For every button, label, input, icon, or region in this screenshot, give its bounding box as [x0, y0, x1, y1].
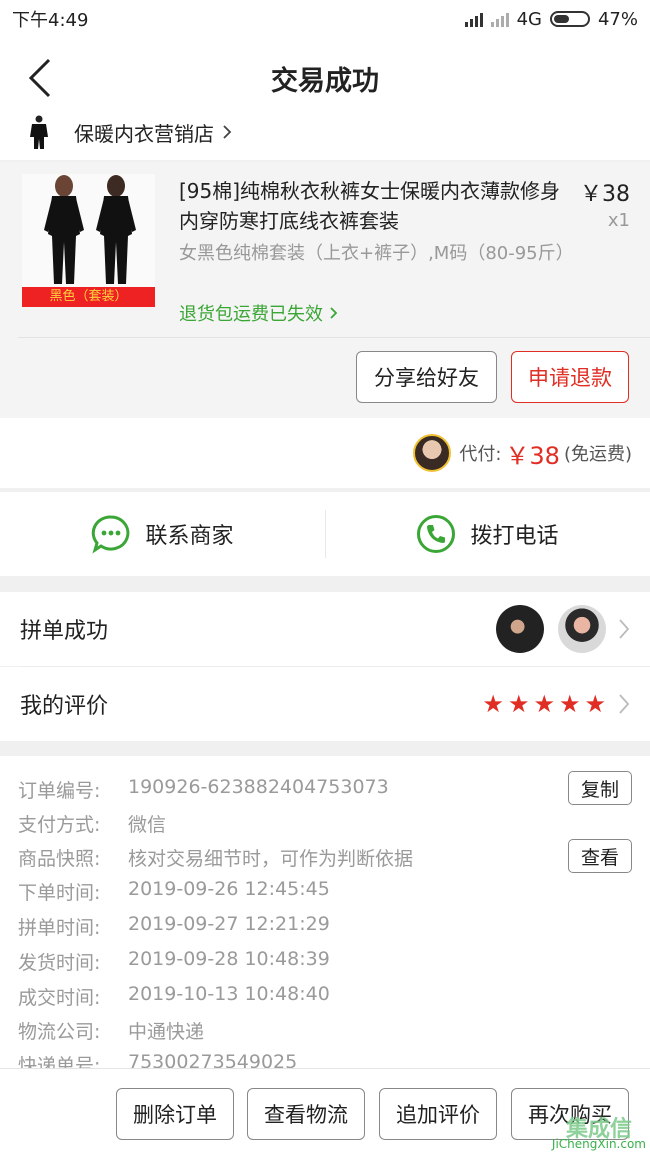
- order-info: 订单编号: 190926-623882404753073 复制 支付方式: 微信 商…: [0, 756, 650, 1068]
- back-button[interactable]: [20, 56, 60, 100]
- share-button[interactable]: 分享给好友: [356, 351, 497, 403]
- signal-2-icon: [490, 11, 509, 27]
- refund-button[interactable]: 申请退款: [511, 351, 629, 403]
- contact-merchant-label: 联系商家: [145, 524, 234, 549]
- product-quantity: x1: [607, 210, 630, 231]
- payment-note: (免运费): [563, 444, 632, 465]
- chat-icon: [92, 515, 130, 554]
- info-row-group-time: 拼单时间: 2019-09-27 12:21:29: [18, 913, 330, 939]
- phone-icon: [417, 515, 456, 553]
- bottom-action-bar: 删除订单 查看物流 追加评价 再次购买 集成信 JiChengXin.com: [0, 1068, 650, 1155]
- shop-name: 保暖内衣营销店: [74, 121, 214, 146]
- star-icon: ★: [584, 690, 606, 718]
- avatar: [558, 605, 606, 653]
- info-row-snapshot: 商品快照: 核对交易细节时，可作为判断依据: [18, 848, 414, 870]
- page-title: 交易成功: [271, 65, 379, 97]
- delete-order-button[interactable]: 删除订单: [116, 1088, 234, 1140]
- divider: [18, 337, 650, 338]
- call-phone-label: 拨打电话: [470, 524, 559, 549]
- info-row-carrier: 物流公司: 中通快递: [18, 1021, 205, 1043]
- shop-link[interactable]: 保暖内衣营销店: [0, 104, 650, 160]
- payment-prefix: 代付:: [459, 444, 502, 465]
- return-shipping-note[interactable]: 退货包运费已失效: [179, 300, 339, 326]
- contact-row: 联系商家 拨打电话: [0, 492, 650, 576]
- status-time: 下午4:49: [12, 10, 89, 31]
- product-card[interactable]: 黑色（套装） [95棉]纯棉秋衣秋裤女士保暖内衣薄款修身内穿防寒打底线衣裤套装 …: [0, 162, 650, 418]
- product-image-tag: 黑色（套装）: [22, 287, 155, 307]
- shop-thumbnail: [24, 112, 54, 152]
- group-buy-row[interactable]: 拼单成功: [0, 592, 650, 666]
- chevron-left-icon: [28, 58, 51, 98]
- info-row-tracking: 快递单号: 75300273549025: [18, 1051, 298, 1068]
- return-note-text: 退货包运费已失效: [179, 304, 323, 325]
- network-type: 4G: [516, 8, 542, 30]
- view-logistics-button[interactable]: 查看物流: [247, 1088, 365, 1140]
- site-watermark: 集成信 JiChengXin.com: [552, 1117, 646, 1152]
- rating-stars: ★ ★ ★ ★ ★: [482, 690, 606, 718]
- chevron-right-icon: [619, 694, 630, 714]
- signal-icon: [464, 11, 483, 27]
- divider: [325, 510, 326, 558]
- chevron-right-icon: [330, 307, 338, 319]
- product-title: [95棉]纯棉秋衣秋裤女士保暖内衣薄款修身内穿防寒打底线衣裤套装: [179, 179, 561, 233]
- battery-percent: 47%: [597, 8, 638, 30]
- payment-row: 代付: ￥38 (免运费): [0, 418, 650, 488]
- add-review-button[interactable]: 追加评价: [379, 1088, 497, 1140]
- info-row-order-time: 下单时间: 2019-09-26 12:45:45: [18, 878, 330, 904]
- battery-icon: [549, 11, 590, 27]
- view-snapshot-button[interactable]: 查看: [568, 839, 632, 873]
- product-price: ￥38: [580, 182, 630, 207]
- info-row-payment: 支付方式: 微信: [18, 814, 167, 836]
- contact-merchant-button[interactable]: 联系商家: [0, 492, 325, 576]
- avatar: [496, 605, 544, 653]
- product-spec: 女黑色纯棉套装（上衣+裤子）,M码（80-95斤）: [179, 243, 574, 264]
- info-row-deal-time: 成交时间: 2019-10-13 10:48:40: [18, 983, 330, 1009]
- info-row-ship-time: 发货时间: 2019-09-28 10:48:39: [18, 948, 330, 974]
- payer-avatar: [413, 434, 452, 472]
- my-review-label: 我的评价: [20, 694, 109, 719]
- group-members: [496, 605, 606, 653]
- product-photo: [22, 174, 155, 287]
- watermark-logo: 集成信: [565, 1117, 632, 1142]
- copy-button[interactable]: 复制: [568, 771, 632, 805]
- chevron-right-icon: [223, 125, 232, 139]
- star-icon: ★: [507, 690, 530, 718]
- group-buy-label: 拼单成功: [20, 619, 109, 644]
- star-icon: ★: [558, 690, 581, 718]
- star-icon: ★: [533, 690, 555, 718]
- my-review-row[interactable]: 我的评价 ★ ★ ★ ★ ★: [0, 667, 650, 741]
- chevron-right-icon: [619, 619, 630, 639]
- status-bar: 下午4:49 4G 47%: [0, 0, 650, 38]
- info-row-order-no: 订单编号: 190926-623882404753073: [18, 776, 389, 802]
- status-icons: 4G 47%: [464, 8, 638, 30]
- product-image[interactable]: 黑色（套装）: [22, 174, 155, 307]
- payment-amount: ￥38: [505, 441, 560, 470]
- star-icon: ★: [482, 690, 504, 718]
- call-phone-button[interactable]: 拨打电话: [325, 492, 650, 576]
